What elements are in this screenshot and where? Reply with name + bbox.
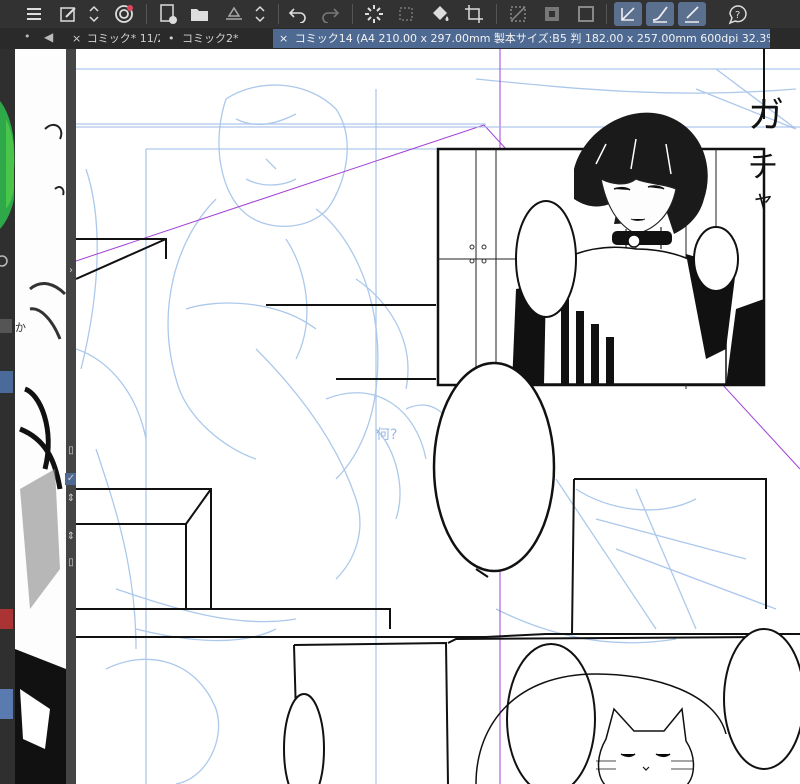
sketch-note: 何? [376,427,397,443]
character-panel [436,112,766,389]
updown-icon[interactable]: ⇕ [65,531,76,543]
manga-page-artwork: ガ チ ャ 何? [76,49,800,784]
sfx-text-ga: ガ [748,95,784,136]
save-icon[interactable] [222,2,246,26]
tab-comic-14[interactable]: × コミック14 (A4 210.00 x 297.00mm 製本サイズ:B5 … [273,29,770,48]
drawing-canvas[interactable]: ガ チ ャ 何? [76,49,800,784]
pen-tool-icon[interactable] [614,2,642,26]
fill-icon[interactable] [428,2,452,26]
check-icon[interactable]: ✓ [65,473,76,485]
updown-icon[interactable]: ⇕ [65,493,76,505]
transform-icon[interactable] [394,2,418,26]
layer-property-icon[interactable] [56,2,80,26]
new-page-icon[interactable] [156,2,180,26]
tab-comic-2[interactable]: • コミック2* [168,29,272,48]
svg-text:?: ? [735,10,740,21]
speech-balloon [432,361,556,573]
show-selection-icon[interactable] [574,2,598,26]
tab-dot: • [168,32,175,45]
brush-tool-icon[interactable] [646,2,674,26]
panel-label: か [15,321,26,334]
close-icon[interactable]: × [279,32,288,45]
tab-label: コミック14 (A4 210.00 x 297.00mm 製本サイズ:B5 判 … [294,32,770,45]
updown-icon[interactable] [84,2,104,26]
navigator-preview[interactable]: か [15,49,66,784]
trash-icon[interactable]: ▯ [65,445,76,457]
sfx-text-ya: ャ [752,188,774,213]
help-icon[interactable]: ? [726,2,750,26]
loading-icon[interactable] [362,2,386,26]
crop-icon[interactable] [462,2,486,26]
chevron-icon[interactable]: › [65,265,76,277]
redo-icon[interactable] [318,2,342,26]
left-tool-strip [0,49,16,784]
left-scroll-rail[interactable]: › ▯ ✓ ⇕ ⇕ ▯ [65,49,76,784]
undo-icon[interactable] [286,2,310,26]
trash-icon[interactable]: ▯ [65,557,76,569]
updown-icon[interactable] [250,2,270,26]
bottom-panels [283,628,800,784]
open-folder-icon[interactable] [188,2,212,26]
tab-dot: • [24,30,31,43]
color-wheel-fragment[interactable] [0,49,15,784]
tab-label: コミック* 11/24 [86,32,160,45]
left-panel: か › ▯ ✓ ⇕ ⇕ ▯ [0,49,76,784]
tab-comic-11[interactable]: × コミック* 11/24 [70,29,160,48]
clear-selection-icon[interactable] [506,2,530,26]
close-icon[interactable]: × [72,32,81,45]
chevron-left-icon[interactable]: ◀ [44,30,53,44]
invert-selection-icon[interactable] [540,2,564,26]
main-toolbar: ? [0,0,800,29]
menu-icon[interactable] [22,2,46,26]
document-tab-bar: • ◀ × コミック* 11/24 • コミック2* × コミック14 (A4 … [0,28,800,49]
eraser-tool-icon[interactable] [678,2,706,26]
sfx-text-cha: チ [748,150,778,185]
spiral-icon[interactable] [112,2,136,26]
tab-label: コミック2* [182,32,239,45]
